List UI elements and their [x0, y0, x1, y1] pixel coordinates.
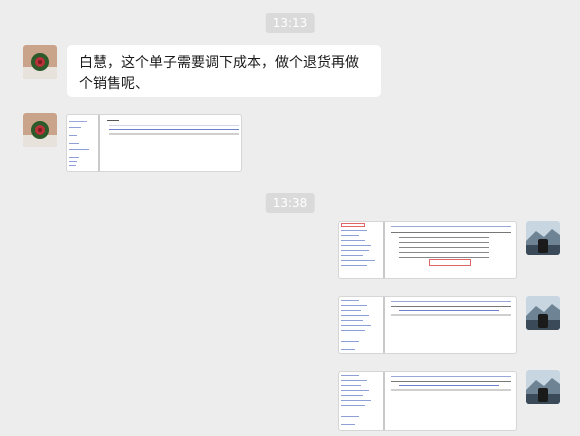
thumb-line	[391, 306, 511, 307]
thumb-line	[341, 349, 355, 350]
thumb-line	[341, 255, 363, 256]
screenshot-image-message[interactable]	[66, 114, 242, 172]
timestamp-2: 13:38	[265, 193, 315, 213]
thumb-line	[341, 250, 369, 251]
thumb-highlight	[429, 259, 471, 266]
thumb-line	[69, 135, 77, 136]
thumb-line	[399, 257, 489, 258]
contact-avatar[interactable]	[23, 45, 57, 79]
thumb-line	[109, 129, 239, 130]
message-bubble[interactable]: 白慧，这个单子需要调下成本，做个退货再做个销售呢、	[67, 45, 381, 97]
thumb-line	[341, 230, 367, 231]
thumb-line	[341, 380, 367, 381]
contact-avatar[interactable]	[23, 113, 57, 147]
thumb-divider	[98, 115, 100, 171]
timestamp-1: 13:13	[265, 13, 315, 33]
thumb-line	[399, 247, 489, 248]
thumb-line	[341, 260, 375, 261]
thumb-line	[399, 252, 489, 253]
thumb-divider	[383, 222, 385, 278]
mountain-lake-avatar-icon	[526, 296, 560, 330]
thumb-line	[341, 400, 371, 401]
thumb-line	[399, 385, 499, 386]
thumb-line	[391, 314, 511, 316]
thumb-highlight	[341, 223, 365, 227]
thumb-line	[69, 157, 79, 158]
my-avatar[interactable]	[526, 221, 560, 255]
thumb-line	[69, 165, 76, 166]
thumb-line	[107, 120, 119, 121]
thumb-line	[341, 300, 359, 301]
thumb-line	[391, 381, 511, 382]
mountain-lake-avatar-icon	[526, 221, 560, 255]
thumb-line	[69, 121, 87, 122]
my-avatar[interactable]	[526, 370, 560, 404]
thumb-line	[341, 405, 365, 406]
message-text: 白慧，这个单子需要调下成本，做个退货再做个销售呢、	[79, 55, 359, 92]
thumb-line	[391, 232, 511, 233]
thumb-line	[399, 242, 489, 243]
thumb-line	[399, 310, 499, 311]
thumb-line	[69, 149, 89, 150]
thumb-line	[399, 237, 489, 238]
thumb-line	[341, 315, 369, 316]
thumb-line	[69, 127, 81, 128]
thumb-line	[341, 325, 371, 326]
thumb-line	[341, 305, 367, 306]
cactus-flower-avatar-icon	[23, 113, 57, 147]
screenshot-image-message[interactable]	[338, 296, 517, 354]
thumb-line	[341, 320, 363, 321]
thumb-line	[341, 265, 367, 266]
thumb-line	[341, 416, 359, 417]
screenshot-image-message[interactable]	[338, 371, 517, 431]
thumb-line	[341, 245, 371, 246]
mountain-lake-avatar-icon	[526, 370, 560, 404]
thumb-line	[69, 161, 77, 162]
thumb-line	[109, 125, 239, 126]
thumb-line	[391, 301, 511, 302]
thumb-line	[341, 240, 365, 241]
thumb-line	[391, 389, 511, 391]
thumb-divider	[383, 372, 385, 430]
my-avatar[interactable]	[526, 296, 560, 330]
screenshot-image-message[interactable]	[338, 221, 517, 279]
thumb-line	[341, 375, 359, 376]
thumb-divider	[383, 297, 385, 353]
thumb-line	[69, 143, 79, 144]
thumb-line	[341, 310, 361, 311]
thumb-line	[341, 330, 365, 331]
thumb-line	[341, 424, 355, 425]
thumb-line	[341, 341, 359, 342]
thumb-line	[391, 226, 511, 227]
thumb-line	[341, 390, 369, 391]
thumb-line	[341, 235, 359, 236]
cactus-flower-avatar-icon	[23, 45, 57, 79]
thumb-line	[341, 385, 361, 386]
thumb-line	[109, 133, 239, 135]
thumb-line	[341, 395, 363, 396]
thumb-line	[391, 376, 511, 377]
